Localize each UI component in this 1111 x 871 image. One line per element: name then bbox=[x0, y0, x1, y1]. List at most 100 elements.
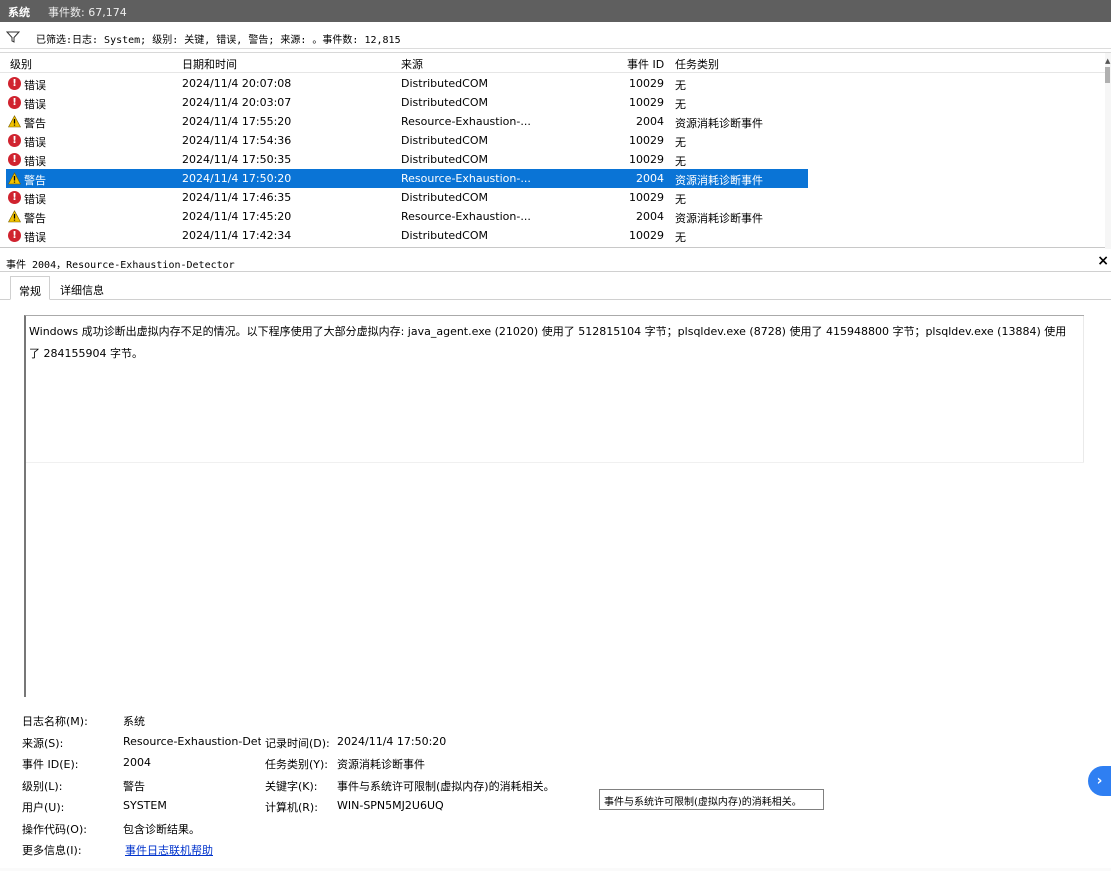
cell-level: 错误 bbox=[24, 231, 46, 244]
table-scrollbar[interactable]: ▲ bbox=[1105, 53, 1111, 249]
detail-tabs: 常规 详细信息 bbox=[0, 276, 1111, 300]
cell-event-id: 10029 bbox=[629, 153, 664, 166]
table-row[interactable]: ! 错误 2024/11/4 17:42:34 DistributedCOM 10029… bbox=[6, 226, 808, 245]
cell-task-category: 无 bbox=[675, 155, 686, 168]
cell-task-category: 资源消耗诊断事件 bbox=[675, 212, 763, 225]
cell-source: DistributedCOM bbox=[401, 153, 488, 166]
source-label: 来源(S): bbox=[22, 737, 64, 750]
source-value: Resource-Exhaustion-Dete bbox=[123, 735, 261, 748]
close-icon[interactable]: × bbox=[1097, 253, 1109, 269]
cell-event-id: 2004 bbox=[636, 210, 664, 223]
error-icon: ! bbox=[8, 96, 21, 109]
tab-details[interactable]: 详细信息 bbox=[52, 276, 112, 300]
cell-task-category: 无 bbox=[675, 79, 686, 92]
cell-datetime: 2024/11/4 17:50:20 bbox=[182, 172, 292, 185]
divider bbox=[26, 462, 1084, 463]
user-value: SYSTEM bbox=[123, 799, 167, 812]
error-icon: ! bbox=[8, 153, 21, 166]
table-row[interactable]: ! 错误 2024/11/4 20:07:08 DistributedCOM 10029… bbox=[6, 74, 808, 93]
warning-icon bbox=[8, 172, 21, 185]
scroll-up-icon[interactable]: ▲ bbox=[1105, 57, 1111, 65]
event-detail-header: 事件 2004，Resource-Exhaustion-Detector × bbox=[0, 252, 1111, 272]
log-name-value: 系统 bbox=[123, 715, 145, 728]
filter-description: 已筛选:日志: System; 级别: 关键, 错误, 警告; 来源: 。事件数… bbox=[36, 35, 401, 46]
event-message: Windows 成功诊断出虚拟内存不足的情况。以下程序使用了大部分虚拟内存: j… bbox=[29, 325, 1067, 360]
level-value: 警告 bbox=[123, 780, 145, 793]
cell-source: DistributedCOM bbox=[401, 191, 488, 204]
cell-event-id: 2004 bbox=[636, 115, 664, 128]
window-title-bar: 系统 事件数: 67,174 bbox=[0, 0, 1111, 22]
more-info-label: 更多信息(I): bbox=[22, 844, 82, 857]
task-category-value: 资源消耗诊断事件 bbox=[337, 758, 425, 771]
opcode-value: 包含诊断结果。 bbox=[123, 823, 200, 836]
log-name-label: 日志名称(M): bbox=[22, 715, 88, 728]
cell-datetime: 2024/11/4 17:50:35 bbox=[182, 153, 292, 166]
keywords-tooltip: 事件与系统许可限制(虚拟内存)的消耗相关。 bbox=[599, 789, 824, 810]
cell-source: Resource-Exhaustion-... bbox=[401, 172, 531, 185]
column-header-event-id[interactable]: 事件 ID bbox=[627, 56, 664, 72]
cell-event-id: 2004 bbox=[636, 172, 664, 185]
table-row[interactable]: ! 错误 2024/11/4 20:03:07 DistributedCOM 10029… bbox=[6, 93, 808, 112]
cell-datetime: 2024/11/4 20:03:07 bbox=[182, 96, 292, 109]
table-row[interactable]: 警告 2024/11/4 17:50:20 Resource-Exhaustion-… bbox=[6, 169, 808, 188]
events-table: 级别 日期和时间 来源 事件 ID 任务类别 ! 错误 2024/11/4 20:0… bbox=[0, 52, 1111, 249]
cell-datetime: 2024/11/4 17:46:35 bbox=[182, 191, 292, 204]
table-header: 级别 日期和时间 来源 事件 ID 任务类别 bbox=[0, 53, 1105, 73]
event-id-label: 事件 ID(E): bbox=[22, 758, 79, 771]
level-label: 级别(L): bbox=[22, 780, 63, 793]
filter-icon[interactable] bbox=[6, 30, 20, 44]
logged-value: 2024/11/4 17:50:20 bbox=[337, 735, 447, 748]
cell-event-id: 10029 bbox=[629, 229, 664, 242]
cell-event-id: 10029 bbox=[629, 191, 664, 204]
cell-task-category: 资源消耗诊断事件 bbox=[675, 117, 763, 130]
error-icon: ! bbox=[8, 229, 21, 242]
keywords-value: 事件与系统许可限制(虚拟内存)的消耗相关。 bbox=[337, 780, 555, 793]
cell-level: 警告 bbox=[24, 212, 46, 225]
cell-source: DistributedCOM bbox=[401, 229, 488, 242]
online-help-link[interactable]: 事件日志联机帮助 bbox=[125, 842, 213, 858]
cell-task-category: 无 bbox=[675, 136, 686, 149]
table-row[interactable]: 警告 2024/11/4 17:55:20 Resource-Exhaustion-… bbox=[6, 112, 808, 131]
cell-task-category: 无 bbox=[675, 98, 686, 111]
cell-datetime: 2024/11/4 20:07:08 bbox=[182, 77, 292, 90]
cell-task-category: 无 bbox=[675, 193, 686, 206]
cell-task-category: 资源消耗诊断事件 bbox=[675, 174, 763, 187]
warning-icon bbox=[8, 210, 21, 223]
cell-level: 错误 bbox=[24, 98, 46, 111]
table-row[interactable]: 警告 2024/11/4 17:45:20 Resource-Exhaustion-… bbox=[6, 207, 808, 226]
warning-icon bbox=[8, 115, 21, 128]
table-row[interactable]: ! 错误 2024/11/4 17:46:35 DistributedCOM 10029… bbox=[6, 188, 808, 207]
opcode-label: 操作代码(O): bbox=[22, 823, 87, 836]
cell-event-id: 10029 bbox=[629, 96, 664, 109]
event-count: 事件数: 67,174 bbox=[48, 6, 127, 19]
computer-label: 计算机(R): bbox=[265, 801, 318, 814]
task-category-label: 任务类别(Y): bbox=[265, 758, 329, 771]
error-icon: ! bbox=[8, 77, 21, 90]
error-icon: ! bbox=[8, 134, 21, 147]
cell-level: 警告 bbox=[24, 117, 46, 130]
cell-datetime: 2024/11/4 17:42:34 bbox=[182, 229, 292, 242]
cell-source: DistributedCOM bbox=[401, 134, 488, 147]
scrollbar-thumb[interactable] bbox=[1105, 67, 1110, 83]
table-row[interactable]: ! 错误 2024/11/4 17:50:35 DistributedCOM 10029… bbox=[6, 150, 808, 169]
cell-source: DistributedCOM bbox=[401, 96, 488, 109]
user-label: 用户(U): bbox=[22, 801, 65, 814]
expand-panel-button[interactable]: › bbox=[1088, 766, 1111, 796]
cell-datetime: 2024/11/4 17:54:36 bbox=[182, 134, 292, 147]
event-message-box[interactable]: Windows 成功诊断出虚拟内存不足的情况。以下程序使用了大部分虚拟内存: j… bbox=[24, 315, 1084, 697]
cell-level: 错误 bbox=[24, 136, 46, 149]
log-name-title: 系统 bbox=[8, 6, 30, 19]
cell-source: Resource-Exhaustion-... bbox=[401, 115, 531, 128]
column-header-level[interactable]: 级别 bbox=[10, 56, 32, 72]
table-row[interactable]: ! 错误 2024/11/4 17:54:36 DistributedCOM 10029… bbox=[6, 131, 808, 150]
column-header-source[interactable]: 来源 bbox=[401, 56, 423, 72]
divider bbox=[1083, 316, 1084, 462]
cell-level: 错误 bbox=[24, 79, 46, 92]
cell-event-id: 10029 bbox=[629, 77, 664, 90]
logged-label: 记录时间(D): bbox=[265, 737, 330, 750]
cell-event-id: 10029 bbox=[629, 134, 664, 147]
column-header-datetime[interactable]: 日期和时间 bbox=[182, 56, 237, 72]
cell-level: 错误 bbox=[24, 193, 46, 206]
column-header-task-category[interactable]: 任务类别 bbox=[675, 56, 719, 72]
tab-general[interactable]: 常规 bbox=[10, 276, 50, 300]
